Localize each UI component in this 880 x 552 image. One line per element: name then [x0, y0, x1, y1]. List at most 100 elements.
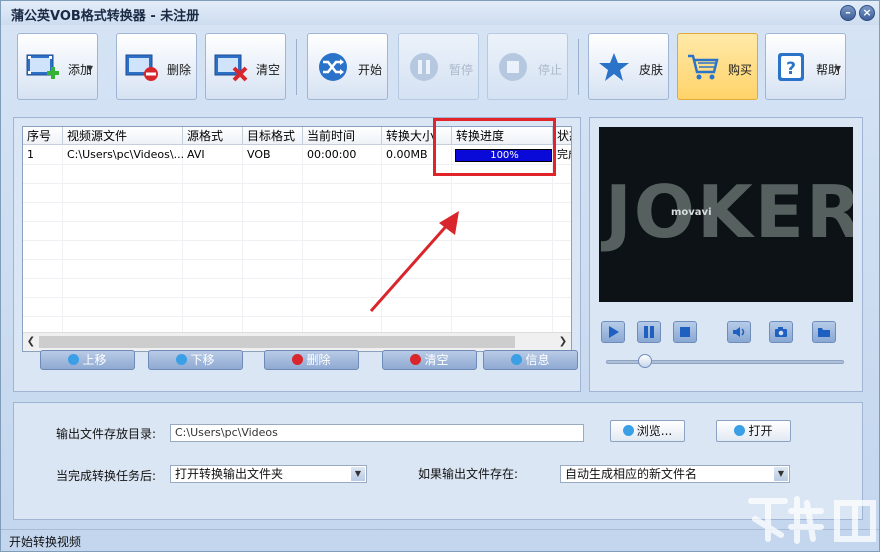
remove-icon	[292, 354, 304, 365]
seek-slider-handle[interactable]	[638, 354, 652, 368]
speaker-icon	[733, 327, 745, 337]
move-down-button[interactable]: 下移	[148, 350, 243, 370]
info-label: 信息	[525, 353, 550, 367]
pause-playback-button[interactable]	[637, 321, 661, 343]
move-up-label: 上移	[82, 353, 107, 367]
remove-item-label: 删除	[306, 353, 331, 367]
horizontal-scrollbar[interactable]: ❮ ❯	[23, 332, 571, 351]
grid-line	[23, 316, 571, 317]
after-complete-select[interactable]: 打开转换输出文件夹 ▼	[170, 465, 367, 483]
cell-current-time: 00:00:00	[307, 148, 357, 161]
pause-icon	[644, 326, 654, 338]
toolbar: 添加 ▼ 删除 清空 开始 暂停 停止 皮肤 购买 ? 帮助 ▼	[13, 31, 863, 101]
column-header[interactable]: 目标格式	[243, 127, 303, 145]
poster-title: JOKER	[605, 170, 853, 254]
pause-icon	[410, 53, 438, 81]
cell-index: 1	[27, 148, 34, 161]
toolbar-separator	[578, 39, 579, 95]
info-button[interactable]: 信息	[483, 350, 578, 370]
column-header[interactable]: 视频源文件	[63, 127, 183, 145]
grid-line	[302, 146, 303, 332]
browse-label: 浏览...	[636, 424, 673, 438]
output-dir-input[interactable]: C:\Users\pc\Videos	[170, 424, 584, 442]
chevron-down-icon[interactable]: ▼	[351, 467, 365, 481]
close-icon: ×	[862, 6, 872, 19]
site-logo-watermark	[748, 496, 876, 544]
play-icon	[609, 326, 619, 338]
star-icon	[599, 53, 629, 81]
add-button[interactable]: 添加 ▼	[17, 33, 98, 100]
grid-line	[23, 183, 571, 184]
grid-line	[23, 221, 571, 222]
pause-button[interactable]: 暂停	[398, 33, 479, 100]
delete-button[interactable]: 删除	[116, 33, 197, 100]
minimize-icon: –	[845, 6, 851, 19]
grid-line	[23, 278, 571, 279]
red-arrow-annotation	[369, 211, 459, 312]
open-label: 打开	[748, 424, 773, 438]
video-preview: JOKER movavi	[599, 127, 853, 302]
open-icon	[734, 425, 746, 436]
skin-button[interactable]: 皮肤	[588, 33, 669, 100]
toolbar-separator	[296, 39, 297, 95]
clear-video-icon	[214, 54, 248, 82]
start-label: 开始	[358, 63, 383, 77]
output-settings-panel: 输出文件存放目录: C:\Users\pc\Videos 浏览... 打开 当完…	[13, 402, 863, 520]
grid-line	[23, 240, 571, 241]
down-arrow-icon	[176, 354, 188, 365]
grid-line	[23, 297, 571, 298]
chevron-down-icon[interactable]: ▼	[774, 467, 788, 481]
app-window: 蒲公英VOB格式转换器 - 未注册 – × 添加 ▼ 删除 清空 开始 暂停 停…	[0, 0, 880, 552]
snapshot-button[interactable]	[769, 321, 793, 343]
buy-button[interactable]: 购买	[677, 33, 758, 100]
title-bar: 蒲公英VOB格式转换器 - 未注册 – ×	[1, 1, 879, 25]
status-text: 开始转换视频	[9, 535, 82, 549]
remove-item-button[interactable]: 删除	[264, 350, 359, 370]
highlight-box-annotation	[433, 118, 556, 176]
folder-icon	[818, 328, 830, 337]
info-icon	[511, 354, 523, 365]
grid-line	[23, 202, 571, 203]
preview-panel: JOKER movavi	[589, 117, 863, 392]
move-down-label: 下移	[190, 353, 215, 367]
after-complete-label: 当完成转换任务后:	[56, 469, 157, 483]
camera-icon	[775, 327, 787, 337]
column-header[interactable]: 源格式	[183, 127, 243, 145]
column-header[interactable]: 当前时间	[303, 127, 382, 145]
output-dir-label: 输出文件存放目录:	[56, 427, 157, 441]
scroll-right-icon[interactable]: ❯	[556, 334, 570, 350]
cell-source-file: C:\Users\pc\Videos\...	[67, 148, 183, 161]
open-folder-button[interactable]	[812, 321, 836, 343]
add-video-icon	[26, 54, 59, 79]
column-header[interactable]: 序号	[23, 127, 63, 145]
stop-playback-button[interactable]	[673, 321, 697, 343]
pause-label: 暂停	[449, 63, 474, 77]
grid-line	[62, 146, 63, 332]
buy-label: 购买	[728, 63, 753, 77]
clear-list-button[interactable]: 清空	[382, 350, 477, 370]
move-up-button[interactable]: 上移	[40, 350, 135, 370]
play-button[interactable]	[601, 321, 625, 343]
help-dropdown-icon[interactable]: ▼	[835, 64, 841, 73]
help-icon: ?	[778, 53, 804, 81]
start-button[interactable]: 开始	[307, 33, 388, 100]
scrollbar-thumb[interactable]	[39, 336, 515, 348]
clear-label: 清空	[256, 63, 281, 77]
file-exists-select[interactable]: 自动生成相应的新文件名 ▼	[560, 465, 790, 483]
minimize-button[interactable]: –	[840, 5, 856, 21]
open-output-button[interactable]: 打开	[716, 420, 791, 442]
after-complete-value: 打开转换输出文件夹	[175, 467, 284, 481]
stop-button[interactable]: 停止	[487, 33, 568, 100]
stop-icon	[680, 327, 690, 337]
grid-line	[242, 146, 243, 332]
help-button[interactable]: ? 帮助 ▼	[765, 33, 846, 100]
browse-button[interactable]: 浏览...	[610, 420, 685, 442]
volume-button[interactable]	[727, 321, 751, 343]
delete-video-icon	[125, 54, 158, 81]
add-dropdown-icon[interactable]: ▼	[87, 64, 93, 73]
grid-line	[23, 259, 571, 260]
file-exists-value: 自动生成相应的新文件名	[565, 467, 698, 481]
clear-button[interactable]: 清空	[205, 33, 286, 100]
scroll-left-icon[interactable]: ❮	[24, 334, 38, 350]
close-button[interactable]: ×	[859, 5, 875, 21]
